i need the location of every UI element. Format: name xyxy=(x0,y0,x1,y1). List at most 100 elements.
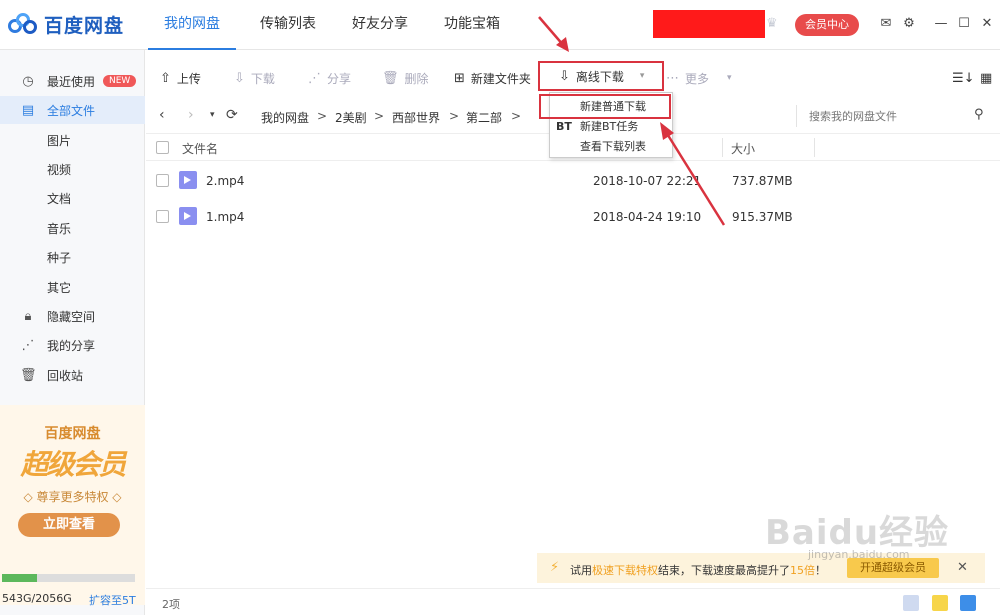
close-icon[interactable]: ✕ xyxy=(957,560,968,575)
column-header-name[interactable]: 文件名 xyxy=(182,140,218,157)
row-checkbox[interactable] xyxy=(156,210,169,223)
expand-storage-link[interactable]: 扩容至5T xyxy=(89,592,136,608)
search-icon[interactable]: ⚲ xyxy=(974,107,984,122)
sidebar-item-label: 隐藏空间 xyxy=(47,309,96,324)
annotation-highlight-box xyxy=(539,94,671,119)
bt-icon: BT xyxy=(556,120,572,133)
speed-trial-notification: ⚡ 试用极速下载特权结束，下载速度最高提升了15倍！ 开通超级会员 ✕ xyxy=(537,553,985,583)
lightning-icon: ⚡ xyxy=(550,560,560,575)
forward-icon[interactable]: › xyxy=(188,107,194,123)
tip-icon[interactable] xyxy=(932,595,948,611)
file-name[interactable]: 1.mp4 xyxy=(206,210,244,224)
sidebar-item-all-files[interactable]: ▤ 全部文件 xyxy=(0,96,145,124)
promo-title: 超级会员 xyxy=(20,448,126,481)
promo-brand: 百度网盘 xyxy=(44,426,101,442)
sidebar-item-torrents[interactable]: 种子 xyxy=(0,243,145,271)
vip-center-button[interactable]: 会员中心 xyxy=(795,14,859,36)
delete-label: 删除 xyxy=(404,71,429,86)
breadcrumb-separator-icon: > xyxy=(511,109,522,123)
lock-icon: 🔒︎ xyxy=(24,308,32,324)
download-button[interactable]: ⇩ 下载 xyxy=(234,60,275,96)
settings-icon[interactable]: ⚙ xyxy=(901,16,917,32)
breadcrumb-item[interactable]: 我的网盘 xyxy=(261,109,309,126)
sidebar-item-music[interactable]: 音乐 xyxy=(0,214,145,242)
tab-toolbox[interactable]: 功能宝箱 xyxy=(428,0,516,50)
back-icon[interactable]: ‹ xyxy=(159,107,165,123)
redacted-username xyxy=(653,10,765,38)
more-button[interactable]: ⋯ 更多 ▾ xyxy=(666,60,732,96)
chevron-down-icon: ▾ xyxy=(727,73,732,83)
minimize-icon[interactable]: — xyxy=(933,16,949,32)
sidebar-item-videos[interactable]: 视频 xyxy=(0,155,145,183)
search-input[interactable] xyxy=(809,107,969,125)
upload-icon: ⇧ xyxy=(160,70,171,86)
select-all-checkbox[interactable] xyxy=(156,141,169,154)
sidebar-item-others[interactable]: 其它 xyxy=(0,273,145,301)
breadcrumb-item[interactable]: 2美剧 xyxy=(335,109,367,126)
video-file-icon xyxy=(179,171,197,189)
breadcrumb-separator-icon: > xyxy=(317,109,328,123)
sidebar-item-my-share[interactable]: ⋰ 我的分享 xyxy=(0,331,145,359)
folder-plus-icon: ⊞ xyxy=(454,70,465,86)
grid-view-icon[interactable]: ▦ xyxy=(980,60,992,96)
column-header-size[interactable]: 大小 xyxy=(731,140,755,157)
sort-icon[interactable]: ☰↓ xyxy=(952,60,975,96)
lock-icon[interactable] xyxy=(960,595,976,611)
trash-icon: 🗑︎ xyxy=(382,70,399,86)
upgrade-vip-button[interactable]: 开通超级会员 xyxy=(847,558,939,578)
tab-friend-share[interactable]: 好友分享 xyxy=(336,0,424,50)
sidebar-item-hidden-space[interactable]: 🔒︎ 隐藏空间 xyxy=(0,302,145,330)
tab-transfer-list[interactable]: 传输列表 xyxy=(244,0,332,50)
view-now-button[interactable]: 立即查看 xyxy=(18,513,120,537)
offline-download-label: 离线下载 xyxy=(575,69,624,84)
maximize-icon[interactable]: ☐ xyxy=(956,16,972,32)
sidebar-item-label: 回收站 xyxy=(47,368,84,383)
upload-button[interactable]: ⇧ 上传 xyxy=(160,60,201,96)
sidebar-item-images[interactable]: 图片 xyxy=(0,126,145,154)
sidebar-item-recycle[interactable]: 🗑︎ 回收站 xyxy=(0,361,145,389)
history-dropdown-icon[interactable]: ▾ xyxy=(210,110,215,120)
breadcrumb-separator-icon: > xyxy=(449,109,460,123)
new-badge: NEW xyxy=(103,75,137,87)
app-logo[interactable]: 百度网盘 xyxy=(8,10,124,38)
sidebar-item-recent[interactable]: ◷ 最近使用 NEW xyxy=(0,67,145,95)
new-folder-label: 新建文件夹 xyxy=(470,71,531,86)
menu-item-label: 新建BT任务 xyxy=(580,120,639,133)
file-size: 737.87MB xyxy=(732,174,793,188)
table-row[interactable]: 2.mp4 2018-10-07 22:21 737.87MB xyxy=(146,163,1000,199)
share-icon: ⋰ xyxy=(21,337,35,353)
refresh-icon[interactable]: ⟳ xyxy=(226,107,238,123)
promo-tagline: ◇ 尊享更多特权 ◇ xyxy=(23,490,122,504)
apps-icon[interactable] xyxy=(903,595,919,611)
offline-download-button[interactable]: ⇩ 离线下载 ▾ xyxy=(538,61,665,91)
row-checkbox[interactable] xyxy=(156,174,169,187)
more-label: 更多 xyxy=(685,71,710,86)
clock-icon: ◷ xyxy=(22,73,34,89)
delete-button[interactable]: 🗑︎ 删除 xyxy=(382,60,429,96)
crown-icon[interactable]: ♛ xyxy=(766,16,778,31)
file-name[interactable]: 2.mp4 xyxy=(206,174,244,188)
mail-icon[interactable]: ✉ xyxy=(878,16,894,32)
file-size: 915.37MB xyxy=(732,210,793,224)
document-icon: ▤ xyxy=(21,102,35,118)
download-label: 下载 xyxy=(250,71,275,86)
menu-item-new-bt-task[interactable]: BT 新建BT任务 xyxy=(550,117,672,137)
table-row[interactable]: 1.mp4 2018-04-24 19:10 915.37MB xyxy=(146,199,1000,235)
status-bar: 2项 xyxy=(146,588,1000,615)
tab-my-disk[interactable]: 我的网盘 xyxy=(148,0,236,50)
menu-item-view-download-list[interactable]: 查看下载列表 xyxy=(550,137,672,157)
storage-quota-fill xyxy=(2,574,38,582)
breadcrumb-item[interactable]: 第二部 xyxy=(466,109,502,126)
column-divider xyxy=(722,138,723,157)
cloud-logo-icon xyxy=(8,13,38,35)
share-label: 分享 xyxy=(327,71,352,86)
breadcrumb-separator-icon: > xyxy=(374,109,385,123)
breadcrumb-item[interactable]: 西部世界 xyxy=(392,109,440,126)
share-button[interactable]: ⋰ 分享 xyxy=(308,60,351,96)
download-icon: ⇩ xyxy=(234,70,245,86)
sidebar-item-label: 我的分享 xyxy=(47,338,96,353)
close-icon[interactable]: ✕ xyxy=(979,16,995,32)
new-folder-button[interactable]: ⊞ 新建文件夹 xyxy=(454,60,531,96)
sidebar-item-documents[interactable]: 文档 xyxy=(0,184,145,212)
sidebar: ◷ 最近使用 NEW ▤ 全部文件 图片 视频 文档 音乐 种子 其它 🔒︎ 隐… xyxy=(0,50,145,615)
